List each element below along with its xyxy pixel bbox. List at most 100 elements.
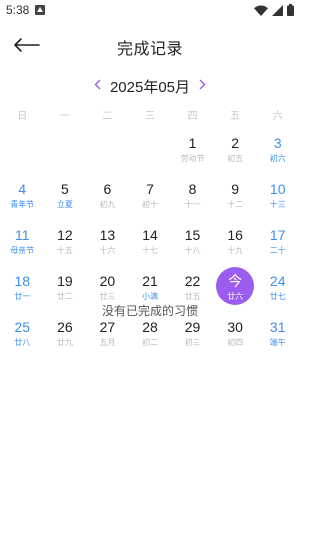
- day-number: 3: [273, 135, 282, 151]
- calendar-day-2[interactable]: 2 初五: [214, 129, 257, 175]
- chevron-left-icon: [94, 77, 101, 95]
- day-lunar: 五月: [99, 338, 116, 347]
- arrow-left-icon: [14, 37, 40, 57]
- calendar-day-25[interactable]: 25 廿八: [1, 313, 44, 359]
- day-number: 6: [103, 181, 112, 197]
- calendar-day-13[interactable]: 13 十六: [86, 221, 129, 267]
- calendar-day-16[interactable]: 16 十九: [214, 221, 257, 267]
- calendar-empty-cell: [129, 129, 172, 175]
- weekday-fri: 五: [230, 110, 241, 122]
- day-lunar: 初二: [141, 338, 158, 347]
- day-lunar: 母亲节: [10, 246, 35, 255]
- calendar-day-3[interactable]: 3 初六: [256, 129, 299, 175]
- day-number: 26: [57, 319, 73, 335]
- day-number: 25: [14, 319, 31, 335]
- day-lunar: 初五: [227, 154, 244, 163]
- day-number: 14: [142, 227, 158, 243]
- prev-month-button[interactable]: [90, 76, 106, 96]
- calendar-day-11[interactable]: 11 母亲节: [1, 221, 44, 267]
- month-label: 2025年05月: [109, 78, 191, 96]
- calendar-day-30[interactable]: 30 初四: [214, 313, 257, 359]
- calendar-day-15[interactable]: 15 十八: [171, 221, 214, 267]
- day-lunar: 二十: [269, 246, 286, 255]
- day-number: 28: [142, 319, 158, 335]
- day-number: 今: [228, 273, 243, 289]
- day-lunar: 十六: [99, 246, 116, 255]
- month-navigator: 2025年05月: [0, 73, 300, 99]
- day-lunar: 初四: [227, 338, 244, 347]
- day-number: 13: [99, 227, 116, 243]
- day-lunar: 十九: [227, 246, 244, 255]
- calendar-day-27[interactable]: 27 五月: [86, 313, 129, 359]
- day-lunar: 劳动节: [180, 154, 205, 163]
- calendar-grid: 1 劳动节 2 初五 3 初六 4 青年节 5 立夏 6 初九 7 初十 8 十…: [0, 129, 300, 359]
- calendar-day-14[interactable]: 14 十七: [129, 221, 172, 267]
- calendar-day-29[interactable]: 29 初三: [171, 313, 214, 359]
- calendar-day-12[interactable]: 12 十五: [44, 221, 87, 267]
- calendar-day-7[interactable]: 7 初十: [129, 175, 172, 221]
- day-lunar: 初九: [99, 200, 116, 209]
- day-lunar: 十七: [141, 246, 158, 255]
- day-lunar: 十二: [227, 200, 244, 209]
- day-number: 10: [269, 181, 286, 197]
- day-lunar: 端午: [269, 338, 286, 347]
- calendar-day-10[interactable]: 10 十三: [256, 175, 299, 221]
- day-number: 5: [60, 181, 69, 197]
- day-number: 15: [184, 227, 201, 243]
- calendar-day-5[interactable]: 5 立夏: [44, 175, 87, 221]
- day-number: 31: [269, 319, 286, 335]
- day-number: 19: [57, 273, 73, 289]
- day-number: 11: [15, 227, 30, 243]
- header: 完成记录: [0, 23, 300, 71]
- cell-signal-icon: [272, 4, 283, 16]
- empty-state-message: 没有已完成的习惯: [101, 304, 198, 318]
- calendar-day-9[interactable]: 9 十二: [214, 175, 257, 221]
- calendar-day-26[interactable]: 26 廿九: [44, 313, 87, 359]
- day-lunar: 立夏: [56, 200, 73, 209]
- day-number: 9: [231, 181, 240, 197]
- day-number: 29: [184, 319, 201, 335]
- day-number: 30: [227, 319, 243, 335]
- calendar-empty-cell: [1, 129, 44, 175]
- wifi-icon: [254, 5, 268, 16]
- day-lunar: 初三: [184, 338, 201, 347]
- calendar-day-17[interactable]: 17 二十: [256, 221, 299, 267]
- weekday-sun: 日: [17, 110, 28, 122]
- page-title: 完成记录: [116, 41, 183, 58]
- calendar-empty-cell: [44, 129, 87, 175]
- calendar-day-1[interactable]: 1 劳动节: [171, 129, 214, 175]
- weekday-sat: 六: [272, 110, 283, 122]
- day-number: 1: [188, 135, 197, 151]
- calendar-day-8[interactable]: 8 十一: [171, 175, 214, 221]
- day-lunar: 初十: [141, 200, 158, 209]
- calendar-empty-cell: [86, 129, 129, 175]
- status-bar: 5:38: [0, 0, 300, 20]
- weekday-header: 日 一 二 三 四 五 六: [0, 103, 300, 125]
- day-lunar: 青年节: [10, 200, 35, 209]
- day-number: 21: [142, 273, 158, 289]
- day-number: 8: [188, 181, 197, 197]
- day-number: 17: [269, 227, 286, 243]
- notification-app-icon: [35, 5, 46, 15]
- weekday-thu: 四: [187, 110, 198, 122]
- day-lunar: 十八: [184, 246, 201, 255]
- back-button[interactable]: [14, 35, 42, 59]
- day-number: 12: [57, 227, 73, 243]
- day-lunar: 廿九: [56, 338, 73, 347]
- calendar-day-4[interactable]: 4 青年节: [1, 175, 44, 221]
- day-lunar: 十一: [184, 200, 201, 209]
- day-number: 27: [99, 319, 116, 335]
- weekday-tue: 二: [102, 110, 113, 122]
- battery-icon: [287, 4, 294, 16]
- status-time: 5:38: [6, 3, 30, 17]
- day-number: 22: [184, 273, 201, 289]
- day-number: 16: [227, 227, 243, 243]
- day-number: 2: [231, 135, 240, 151]
- calendar-day-6[interactable]: 6 初九: [86, 175, 129, 221]
- calendar-day-28[interactable]: 28 初二: [129, 313, 172, 359]
- next-month-button[interactable]: [194, 76, 210, 96]
- calendar-day-31[interactable]: 31 端午: [256, 313, 299, 359]
- day-lunar: 十三: [269, 200, 286, 209]
- day-number: 4: [18, 181, 27, 197]
- day-lunar: 廿八: [14, 338, 31, 347]
